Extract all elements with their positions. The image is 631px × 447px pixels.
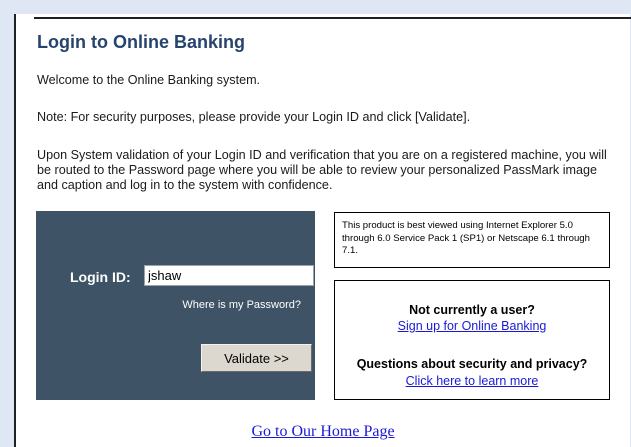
content-panel: Login to Online Banking Welcome to the O… (14, 14, 631, 447)
forgot-password-link[interactable]: Where is my Password? (182, 299, 301, 311)
page-title: Login to Online Banking (37, 32, 245, 52)
security-learn-more-link[interactable]: Click here to learn more (335, 374, 609, 388)
validate-button[interactable]: Validate >> (201, 344, 312, 372)
login-id-label: Login ID: (70, 269, 131, 285)
not-user-heading: Not currently a user? (409, 303, 535, 317)
login-form-panel: Login ID: Where is my Password? Validate… (36, 211, 315, 400)
validation-info-text: Upon System validation of your Login ID … (37, 148, 607, 192)
home-page-link[interactable]: Go to Our Home Page (16, 423, 630, 441)
signup-link[interactable]: Sign up for Online Banking (335, 319, 609, 333)
security-privacy-heading: Questions about security and privacy? (356, 357, 588, 371)
browser-compatibility-note: This product is best viewed using Intern… (334, 212, 610, 268)
login-id-input[interactable] (144, 265, 314, 286)
welcome-text: Welcome to the Online Banking system. (37, 73, 261, 87)
new-user-box: Not currently a user? Sign up for Online… (334, 280, 610, 400)
security-note-text: Note: For security purposes, please prov… (37, 110, 471, 124)
top-divider (34, 17, 631, 19)
